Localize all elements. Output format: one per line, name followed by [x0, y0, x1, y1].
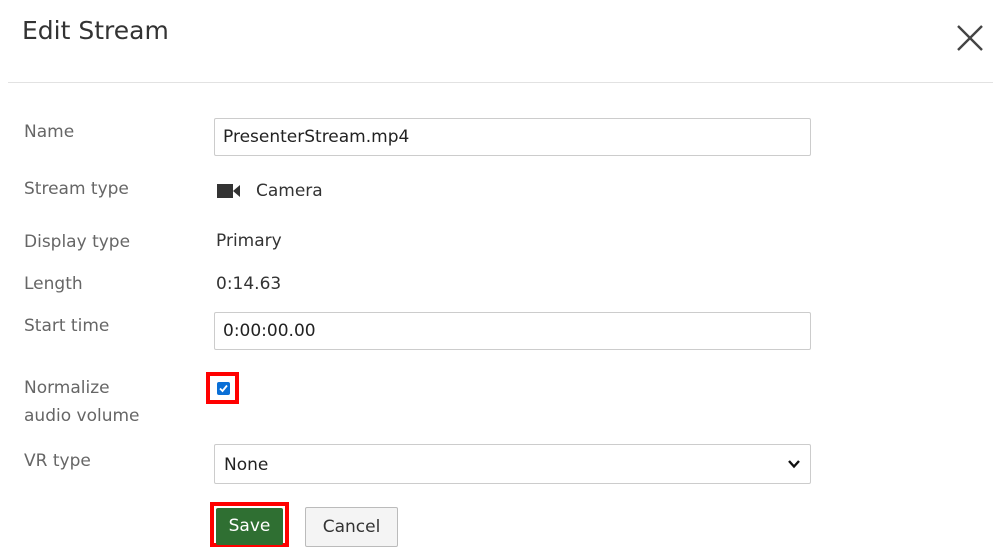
stream-type-value: Camera: [256, 181, 323, 201]
chevron-down-icon: [788, 460, 800, 469]
save-button[interactable]: Save: [216, 508, 283, 545]
length-label: Length: [24, 274, 83, 294]
close-button[interactable]: [950, 18, 990, 58]
vr-type-selected-value: None: [224, 455, 269, 475]
save-button-highlight: Save: [210, 502, 289, 547]
normalize-audio-checkbox-highlight[interactable]: [206, 372, 239, 404]
vr-type-select[interactable]: None: [214, 444, 811, 484]
close-icon: [957, 25, 983, 51]
start-time-input[interactable]: [214, 312, 811, 350]
display-type-label: Display type: [24, 232, 131, 252]
name-label: Name: [24, 122, 75, 142]
cancel-button[interactable]: Cancel: [305, 507, 398, 547]
display-type-value: Primary: [216, 231, 282, 251]
length-value: 0:14.63: [216, 274, 282, 294]
dialog-header: Edit Stream: [0, 0, 993, 82]
video-camera-icon: [217, 184, 240, 198]
checkmark-icon: [219, 384, 228, 393]
normalize-audio-label-line2: audio volume: [24, 406, 140, 426]
normalize-audio-checkbox[interactable]: [217, 382, 230, 395]
header-divider: [8, 82, 993, 83]
dialog-title: Edit Stream: [22, 16, 169, 45]
start-time-label: Start time: [24, 316, 110, 336]
vr-type-label: VR type: [24, 451, 91, 471]
name-input[interactable]: [214, 118, 811, 156]
edit-stream-dialog: Edit Stream Name Stream type Camera Disp…: [0, 0, 993, 547]
stream-type-label: Stream type: [24, 179, 129, 199]
normalize-audio-label-line1: Normalize: [24, 378, 110, 398]
